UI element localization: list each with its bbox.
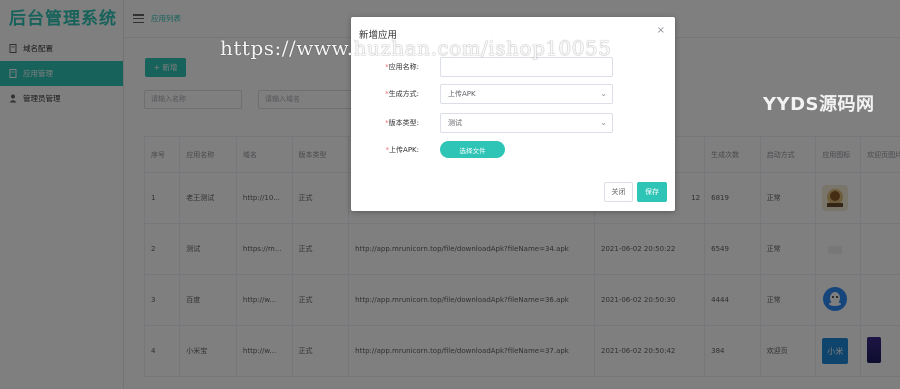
generation-method-label: *生成方式:	[385, 90, 419, 98]
close-icon[interactable]: ×	[657, 25, 665, 36]
save-button[interactable]: 保存	[637, 182, 667, 202]
generation-method-value: 上传APK	[448, 90, 476, 98]
upload-apk-label: *上传APK:	[385, 146, 419, 154]
form-row-generation-method: *生成方式: 上传APK ⌄	[351, 84, 675, 104]
choose-file-button[interactable]: 选择文件	[440, 141, 505, 158]
cancel-button[interactable]: 关闭	[604, 182, 633, 202]
version-type-label: *版本类型:	[385, 119, 419, 127]
form-row-version-type: *版本类型: 测试 ⌄	[351, 113, 675, 133]
chevron-down-icon: ⌄	[600, 89, 607, 98]
watermark-url: https://www.huzhan.com/ishop10055	[220, 36, 612, 60]
watermark-logo: YYDS源码网	[763, 94, 875, 115]
version-type-value: 测试	[448, 119, 462, 127]
app-name-label: *应用名称:	[385, 63, 419, 71]
version-type-select[interactable]: 测试 ⌄	[440, 113, 613, 133]
chevron-down-icon: ⌄	[600, 118, 607, 127]
generation-method-select[interactable]: 上传APK ⌄	[440, 84, 613, 104]
app-name-input[interactable]	[440, 57, 613, 77]
form-row-app-name: *应用名称:	[351, 57, 675, 77]
form-row-upload-apk: *上传APK: 选择文件	[351, 140, 675, 160]
